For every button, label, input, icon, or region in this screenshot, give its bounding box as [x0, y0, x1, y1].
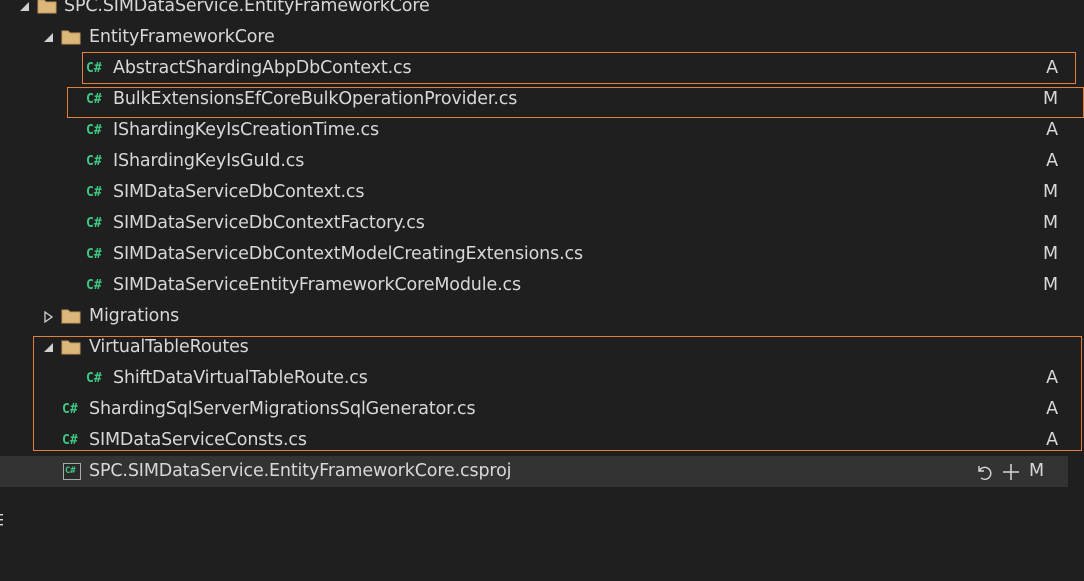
git-status-badge: M	[1043, 275, 1058, 295]
csproj-file-icon: C#	[63, 463, 81, 480]
tree-row-file[interactable]: C# SIMDataServiceDbContext.cs M	[0, 177, 1084, 208]
triangle-down-icon[interactable]	[42, 332, 56, 363]
file-label: IShardingKeyIsGuId.cs	[113, 151, 305, 171]
tree-row-file[interactable]: C# IShardingKeyIsCreationTime.cs A	[0, 115, 1084, 146]
row-actions	[973, 456, 1022, 487]
git-status-badge: A	[1046, 399, 1058, 419]
tree-row-csproj[interactable]: C# SPC.SIMDataService.EntityFrameworkCor…	[0, 456, 1068, 487]
folder-icon	[61, 340, 81, 355]
file-label: BulkExtensionsEfCoreBulkOperationProvide…	[113, 89, 518, 109]
tree-row-project-folder[interactable]: SPC.SIMDataService.EntityFrameworkCore	[0, 0, 1084, 22]
csharp-file-icon: C#	[86, 185, 102, 200]
folder-icon	[61, 309, 81, 324]
tree-row-folder-migrations[interactable]: Migrations	[0, 301, 1084, 332]
tree-row-file[interactable]: C# SIMDataServiceDbContextModelCreatingE…	[0, 239, 1084, 270]
file-label: ShardingSqlServerMigrationsSqlGenerator.…	[89, 399, 476, 419]
file-label: SIMDataServiceDbContextModelCreatingExte…	[113, 244, 583, 264]
edge-glyph-fragment	[0, 514, 3, 526]
tree-row-file[interactable]: C# ShiftDataVirtualTableRoute.cs A	[0, 363, 1084, 394]
csharp-file-icon: C#	[86, 123, 102, 138]
tree-row-folder-virtualtableroutes[interactable]: VirtualTableRoutes	[0, 332, 1084, 363]
git-status-badge: M	[1043, 244, 1058, 264]
git-status-badge: M	[1029, 461, 1044, 481]
csharp-file-icon: C#	[62, 402, 78, 417]
git-status-badge: A	[1046, 151, 1058, 171]
file-label: ShiftDataVirtualTableRoute.cs	[113, 368, 368, 388]
project-folder-label: SPC.SIMDataService.EntityFrameworkCore	[64, 0, 430, 16]
git-status-badge: A	[1046, 58, 1058, 78]
csharp-file-icon: C#	[86, 278, 102, 293]
file-label: SIMDataServiceDbContextFactory.cs	[113, 213, 425, 233]
triangle-down-icon[interactable]	[18, 0, 32, 22]
csharp-file-icon: C#	[86, 247, 102, 262]
git-status-badge: M	[1043, 182, 1058, 202]
file-label: SIMDataServiceDbContext.cs	[113, 182, 365, 202]
csharp-file-icon: C#	[86, 92, 102, 107]
tree-row-file[interactable]: C# IShardingKeyIsGuId.cs A	[0, 146, 1084, 177]
undo-icon[interactable]	[973, 456, 995, 487]
tree-row-file[interactable]: C# BulkExtensionsEfCoreBulkOperationProv…	[0, 84, 1084, 115]
file-label: SPC.SIMDataService.EntityFrameworkCore.c…	[89, 461, 512, 481]
csharp-file-icon: C#	[86, 61, 102, 76]
triangle-down-icon[interactable]	[42, 22, 56, 53]
tree-row-file[interactable]: C# SIMDataServiceEntityFrameworkCoreModu…	[0, 270, 1084, 301]
folder-icon	[61, 30, 81, 45]
file-label: SIMDataServiceConsts.cs	[89, 430, 307, 450]
csharp-file-icon: C#	[86, 154, 102, 169]
triangle-right-icon[interactable]	[42, 301, 56, 332]
file-label: IShardingKeyIsCreationTime.cs	[113, 120, 379, 140]
git-status-badge: A	[1046, 430, 1058, 450]
csharp-file-icon: C#	[86, 371, 102, 386]
git-status-badge: A	[1046, 120, 1058, 140]
folder-label: VirtualTableRoutes	[89, 337, 249, 357]
tree-row-folder-entityframeworkcore[interactable]: EntityFrameworkCore	[0, 22, 1084, 53]
tree-row-file[interactable]: C# AbstractShardingAbpDbContext.cs A	[0, 53, 1084, 84]
git-status-badge: A	[1046, 368, 1058, 388]
plus-icon[interactable]	[1000, 456, 1022, 487]
tree-row-file[interactable]: C# SIMDataServiceConsts.cs A	[0, 425, 1084, 456]
solution-tree: SPC.SIMDataService.EntityFrameworkCore E…	[0, 0, 1084, 487]
file-label: SIMDataServiceEntityFrameworkCoreModule.…	[113, 275, 521, 295]
git-status-badge: M	[1043, 213, 1058, 233]
tree-row-file[interactable]: C# ShardingSqlServerMigrationsSqlGenerat…	[0, 394, 1084, 425]
tree-row-file[interactable]: C# SIMDataServiceDbContextFactory.cs M	[0, 208, 1084, 239]
csharp-file-icon: C#	[62, 433, 78, 448]
folder-icon	[37, 0, 57, 14]
file-label: AbstractShardingAbpDbContext.cs	[113, 58, 412, 78]
folder-label: EntityFrameworkCore	[89, 27, 275, 47]
folder-label: Migrations	[89, 306, 180, 326]
csharp-file-icon: C#	[86, 216, 102, 231]
git-status-badge: M	[1043, 89, 1058, 109]
